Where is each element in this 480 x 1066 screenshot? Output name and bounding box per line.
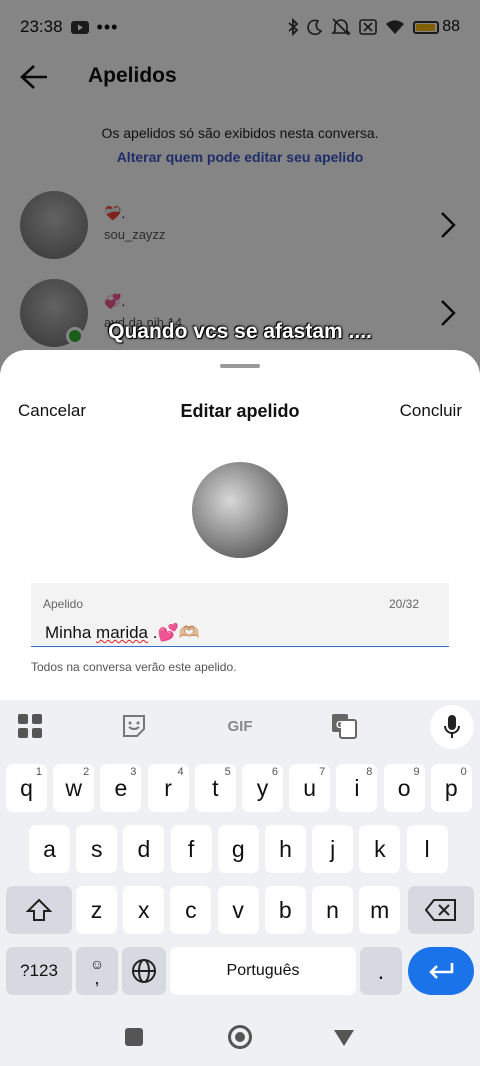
key-number-hint: 5	[224, 766, 231, 778]
character-counter: 20/32	[388, 597, 419, 611]
drag-handle[interactable]	[220, 364, 260, 368]
backspace-key[interactable]	[408, 886, 474, 934]
key-p[interactable]: p0	[430, 764, 472, 812]
video-caption: Quando vcs se afastam ....	[108, 320, 372, 343]
key-label: i	[354, 774, 360, 801]
gif-button[interactable]: GIF	[222, 712, 258, 740]
key-o[interactable]: o9	[383, 764, 425, 812]
navigation-bar	[0, 1010, 480, 1066]
recents-button[interactable]	[125, 1028, 143, 1046]
key-label: o	[397, 774, 411, 801]
language-key[interactable]	[122, 947, 166, 995]
nickname-word: Minha	[45, 623, 92, 642]
key-n[interactable]: n	[312, 886, 353, 934]
key-t[interactable]: t5	[194, 764, 236, 812]
helper-text: Todos na conversa verão este apelido.	[31, 660, 237, 674]
key-h[interactable]: h	[265, 825, 306, 873]
key-d[interactable]: d	[123, 825, 165, 873]
profile-avatar	[192, 462, 288, 558]
done-button[interactable]: Concluir	[400, 401, 462, 421]
back-triangle-icon[interactable]	[332, 1028, 356, 1048]
translate-icon[interactable]: G	[330, 712, 358, 740]
key-s[interactable]: s	[76, 825, 118, 873]
key-e[interactable]: e3	[100, 764, 142, 812]
svg-text:G: G	[336, 720, 344, 731]
cancel-button[interactable]: Cancelar	[18, 401, 86, 421]
microphone-icon	[444, 715, 460, 738]
key-f[interactable]: f	[170, 825, 212, 873]
key-q[interactable]: q1	[6, 764, 47, 812]
key-number-hint: 7	[319, 766, 326, 778]
globe-icon	[132, 959, 156, 983]
key-r[interactable]: r4	[147, 764, 189, 812]
enter-key[interactable]	[408, 947, 474, 995]
key-number-hint: 4	[177, 766, 184, 778]
comma-label: ,	[94, 968, 100, 988]
key-y[interactable]: y6	[242, 764, 283, 812]
period-key[interactable]: .	[360, 947, 402, 995]
key-number-hint: 1	[35, 766, 42, 778]
key-label: y	[256, 774, 269, 801]
key-number-hint: 8	[366, 766, 373, 778]
key-number-hint: 0	[460, 766, 467, 778]
key-number-hint: 2	[83, 766, 90, 778]
key-l[interactable]: l	[406, 825, 448, 873]
key-u[interactable]: u7	[289, 764, 331, 812]
key-b[interactable]: b	[264, 886, 306, 934]
key-k[interactable]: k	[359, 825, 401, 873]
key-label: q	[20, 774, 33, 801]
key-label: e	[114, 774, 128, 801]
keyboard-toolbar: GIF G	[0, 700, 480, 754]
key-number-hint: 9	[413, 766, 420, 778]
key-m[interactable]: m	[359, 886, 401, 934]
key-c[interactable]: c	[170, 886, 212, 934]
emoji-comma-key[interactable]: ☺ ,	[76, 947, 118, 995]
key-label: w	[65, 774, 82, 801]
key-z[interactable]: z	[76, 886, 117, 934]
key-number-hint: 6	[271, 766, 278, 778]
shift-key[interactable]	[6, 886, 72, 934]
key-label: t	[212, 774, 219, 801]
misspelled-word: marida	[96, 623, 149, 642]
key-a[interactable]: a	[29, 825, 70, 873]
key-g[interactable]: g	[217, 825, 259, 873]
key-label: u	[303, 774, 317, 801]
key-w[interactable]: w2	[53, 764, 95, 812]
key-label: p	[444, 774, 458, 801]
key-v[interactable]: v	[217, 886, 259, 934]
backspace-icon	[425, 899, 456, 921]
key-j[interactable]: j	[312, 825, 354, 873]
sticker-icon[interactable]	[120, 712, 148, 740]
nickname-value[interactable]: Minha marida .💕🫶🏼	[45, 623, 200, 643]
home-button[interactable]	[228, 1025, 252, 1049]
voice-input-button[interactable]	[430, 705, 474, 749]
symbols-key[interactable]: ?123	[6, 947, 72, 995]
key-label: r	[164, 774, 172, 801]
key-number-hint: 3	[130, 766, 137, 778]
space-bar[interactable]: Português	[170, 947, 356, 995]
shift-icon	[26, 898, 52, 921]
edit-nickname-sheet: Editar apelido Cancelar Concluir Apelido…	[0, 350, 480, 700]
enter-icon	[429, 963, 454, 979]
nickname-rest: .💕🫶🏼	[148, 623, 200, 642]
key-x[interactable]: x	[123, 886, 165, 934]
apps-grid-icon[interactable]	[16, 712, 44, 740]
field-label: Apelido	[43, 597, 84, 611]
nickname-input[interactable]: Apelido 20/32 Minha marida .💕🫶🏼	[31, 583, 449, 647]
key-i[interactable]: i8	[336, 764, 378, 812]
